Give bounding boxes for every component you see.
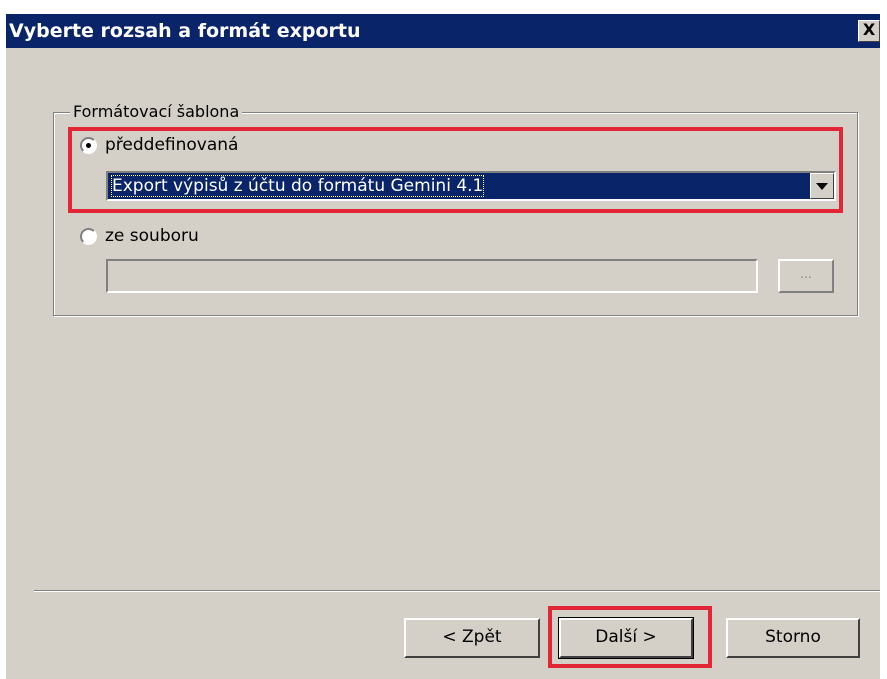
back-button[interactable]: < Zpět: [404, 618, 540, 658]
dialog-title: Vyberte rozsah a formát exportu: [9, 20, 361, 42]
cancel-button[interactable]: Storno: [726, 618, 860, 658]
file-path-field[interactable]: [106, 259, 758, 293]
title-bar: Vyberte rozsah a formát exportu X: [6, 14, 880, 48]
radio-from-file-label[interactable]: ze souboru: [105, 226, 199, 246]
groupbox-legend: Formátovací šablona: [70, 102, 243, 121]
highlight-box-next: [548, 606, 712, 668]
export-dialog: Vyberte rozsah a formát exportu X Formát…: [6, 14, 880, 679]
browse-button[interactable]: ...: [778, 259, 834, 293]
close-button[interactable]: X: [858, 20, 880, 42]
highlight-box-predefined: [68, 127, 843, 213]
separator-highlight: [34, 591, 880, 592]
radio-from-file[interactable]: [80, 228, 97, 245]
